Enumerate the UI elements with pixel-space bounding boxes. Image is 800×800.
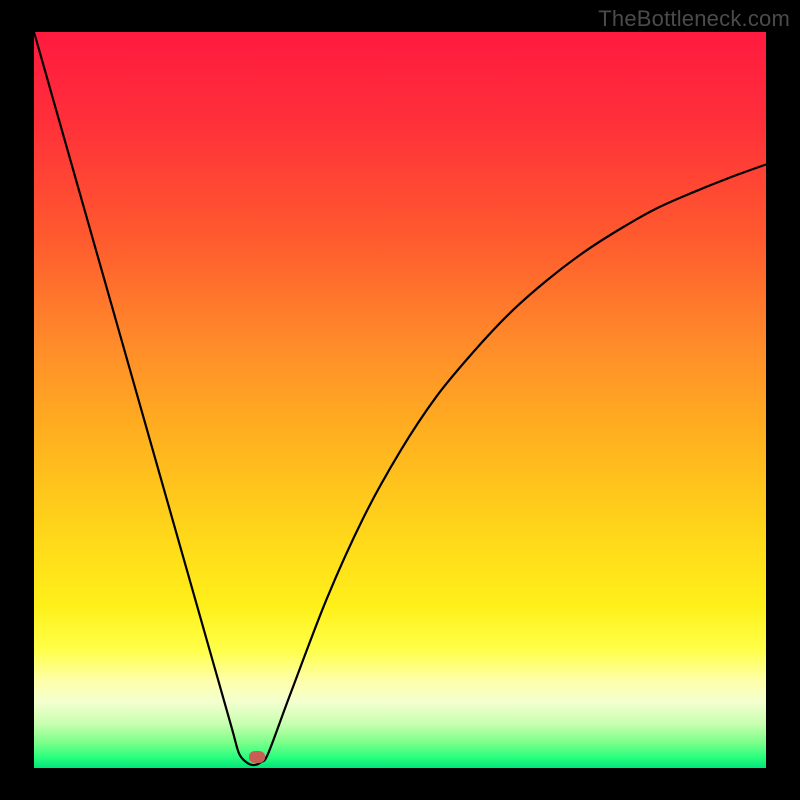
minimum-marker xyxy=(249,751,265,763)
chart-frame: TheBottleneck.com xyxy=(0,0,800,800)
bottleneck-curve xyxy=(34,32,766,768)
watermark-label: TheBottleneck.com xyxy=(598,6,790,32)
curve-path xyxy=(34,32,766,765)
